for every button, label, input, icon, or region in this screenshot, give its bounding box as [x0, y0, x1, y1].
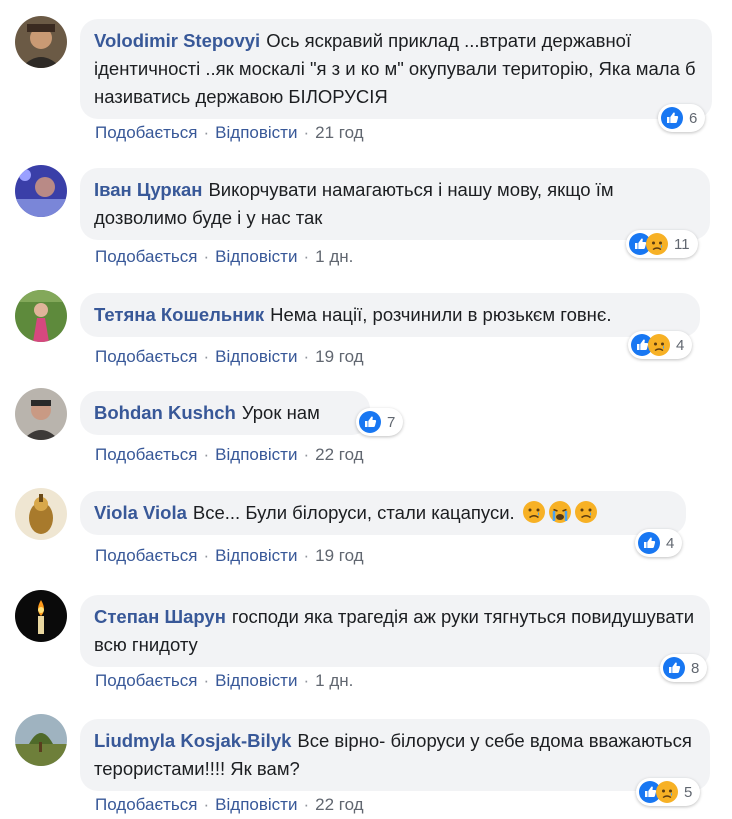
- separator: ·: [203, 247, 210, 266]
- comment-bubble: Іван Цуркан Викорчувати намагаються і наш…: [80, 168, 710, 240]
- comment-author[interactable]: Volodimir Stepovyi: [94, 30, 260, 51]
- avatar[interactable]: [15, 714, 67, 766]
- separator: ·: [203, 123, 210, 142]
- comment-text: Все... Були білоруси, стали кацапуси.: [192, 502, 515, 523]
- avatar[interactable]: [15, 165, 67, 217]
- comment-text: Урок нам: [241, 402, 320, 423]
- separator: ·: [303, 123, 310, 142]
- reaction-summary[interactable]: 7: [356, 408, 404, 436]
- comment-bubble: Viola Viola Все... Були білоруси, стали к…: [80, 491, 686, 535]
- comment-text: Нема нації, розчинили в рюзькєм говнє.: [270, 304, 612, 325]
- reaction-count: 7: [387, 413, 396, 431]
- like-reaction-icon: [638, 532, 660, 554]
- sad-reaction-icon: [646, 233, 668, 255]
- comment-timestamp[interactable]: 21 год: [315, 123, 363, 142]
- comment-actions: Подобається · Відповісти · 22 год: [95, 444, 364, 466]
- reaction-count: 11: [674, 235, 690, 253]
- separator: ·: [203, 445, 210, 464]
- separator: ·: [303, 247, 310, 266]
- reply-link[interactable]: Відповісти: [215, 546, 297, 565]
- reply-link[interactable]: Відповісти: [215, 795, 297, 814]
- comment-author[interactable]: Viola Viola: [94, 502, 187, 523]
- reaction-summary[interactable]: 5: [636, 778, 701, 806]
- reaction-count: 6: [689, 109, 698, 127]
- like-link[interactable]: Подобається: [95, 671, 198, 690]
- comment-actions: Подобається · Відповісти · 19 год: [95, 346, 364, 368]
- reply-link[interactable]: Відповісти: [215, 123, 297, 142]
- comment-author[interactable]: Bohdan Kushch: [94, 402, 236, 423]
- comment-timestamp[interactable]: 1 дн.: [315, 671, 353, 690]
- like-reaction-icon: [661, 107, 683, 129]
- reaction-count: 4: [676, 336, 685, 354]
- crying-face-emoji: [548, 500, 572, 524]
- separator: ·: [303, 795, 310, 814]
- like-reaction-icon: [359, 411, 381, 433]
- separator: ·: [203, 671, 210, 690]
- comment-timestamp[interactable]: 22 год: [315, 445, 363, 464]
- comment-bubble: Степан Шарун господи яка трагедія аж руки…: [80, 595, 710, 667]
- reaction-count: 4: [666, 534, 675, 552]
- reply-link[interactable]: Відповісти: [215, 247, 297, 266]
- reaction-summary[interactable]: 4: [628, 331, 693, 359]
- like-link[interactable]: Подобається: [95, 247, 198, 266]
- reaction-count: 5: [684, 783, 693, 801]
- separator: ·: [303, 347, 310, 366]
- comment-author[interactable]: Тетяна Кошельник: [94, 304, 264, 325]
- comment-timestamp[interactable]: 19 год: [315, 347, 363, 366]
- reply-link[interactable]: Відповісти: [215, 347, 297, 366]
- like-reaction-icon: [663, 657, 685, 679]
- avatar[interactable]: [15, 16, 67, 68]
- comment-timestamp[interactable]: 19 год: [315, 546, 363, 565]
- reaction-count: 8: [691, 659, 700, 677]
- sad-face-emoji: [574, 500, 598, 524]
- sad-reaction-icon: [656, 781, 678, 803]
- comment-actions: Подобається · Відповісти · 1 дн.: [95, 246, 353, 268]
- avatar[interactable]: [15, 488, 67, 540]
- like-link[interactable]: Подобається: [95, 546, 198, 565]
- reaction-summary[interactable]: 8: [660, 654, 708, 682]
- separator: ·: [303, 445, 310, 464]
- comment-author[interactable]: Іван Цуркан: [94, 179, 202, 200]
- like-link[interactable]: Подобається: [95, 123, 198, 142]
- sad-face-emoji: [522, 500, 546, 524]
- separator: ·: [203, 347, 210, 366]
- comment-actions: Подобається · Відповісти · 19 год: [95, 545, 364, 567]
- reaction-summary[interactable]: 4: [635, 529, 683, 557]
- avatar[interactable]: [15, 290, 67, 342]
- comment-actions: Подобається · Відповісти · 21 год: [95, 122, 364, 144]
- avatar[interactable]: [15, 388, 67, 440]
- comment-actions: Подобається · Відповісти · 22 год: [95, 794, 364, 816]
- reaction-summary[interactable]: 11: [626, 230, 698, 258]
- avatar[interactable]: [15, 590, 67, 642]
- separator: ·: [203, 795, 210, 814]
- comment-bubble: Bohdan Kushch Урок нам: [80, 391, 370, 435]
- comment-timestamp[interactable]: 1 дн.: [315, 247, 353, 266]
- separator: ·: [203, 546, 210, 565]
- comment-author[interactable]: Liudmyla Kosjak-Bilyk: [94, 730, 291, 751]
- comment-actions: Подобається · Відповісти · 1 дн.: [95, 670, 353, 692]
- like-link[interactable]: Подобається: [95, 795, 198, 814]
- comment-bubble: Volodimir Stepovyi Ось яскравий приклад .…: [80, 19, 712, 119]
- comment-bubble: Liudmyla Kosjak-Bilyk Все вірно- білоруси…: [80, 719, 710, 791]
- like-link[interactable]: Подобається: [95, 347, 198, 366]
- separator: ·: [303, 546, 310, 565]
- reply-link[interactable]: Відповісти: [215, 671, 297, 690]
- comments-list: Volodimir Stepovyi Ось яскравий приклад .…: [0, 0, 732, 819]
- separator: ·: [303, 671, 310, 690]
- comment-author[interactable]: Степан Шарун: [94, 606, 226, 627]
- like-link[interactable]: Подобається: [95, 445, 198, 464]
- comment-bubble: Тетяна Кошельник Нема нації, розчинили в …: [80, 293, 700, 337]
- reaction-summary[interactable]: 6: [658, 104, 706, 132]
- sad-reaction-icon: [648, 334, 670, 356]
- reply-link[interactable]: Відповісти: [215, 445, 297, 464]
- comment-timestamp[interactable]: 22 год: [315, 795, 363, 814]
